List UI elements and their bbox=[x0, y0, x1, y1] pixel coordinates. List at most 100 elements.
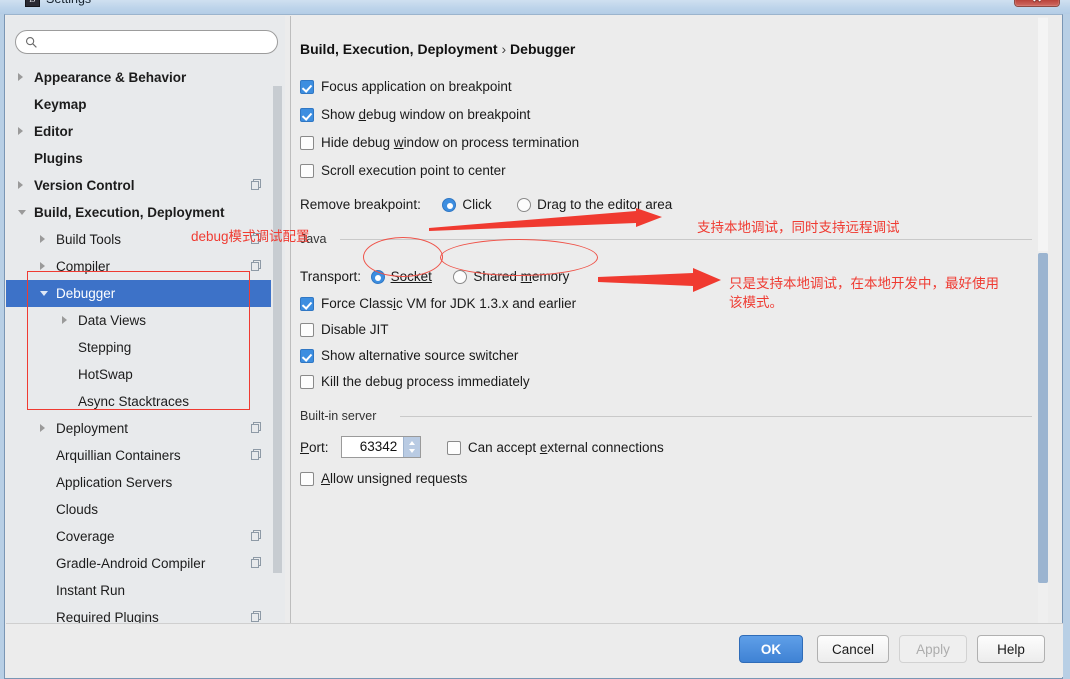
chevron-right-icon[interactable] bbox=[40, 226, 56, 253]
chevron-right-icon[interactable] bbox=[18, 64, 34, 91]
sidebar-scrollbar-thumb[interactable] bbox=[273, 86, 282, 573]
sidebar-item-clouds[interactable]: Clouds bbox=[6, 496, 271, 523]
checkbox-allow-unsigned-requests[interactable]: Allow unsigned requests bbox=[300, 468, 467, 490]
sidebar-item-build-tools[interactable]: Build Tools bbox=[6, 226, 271, 253]
sidebar-item-required-plugins[interactable]: Required Plugins bbox=[6, 604, 271, 624]
checkbox-icon[interactable] bbox=[300, 297, 314, 311]
sidebar-item-compiler[interactable]: Compiler bbox=[6, 253, 271, 280]
chevron-down-icon[interactable] bbox=[18, 199, 34, 226]
radio-label: Drag to the editor area bbox=[537, 197, 673, 212]
settings-tree[interactable]: Appearance & Behavior Keymap Editor Plugins… bbox=[6, 64, 271, 624]
sidebar-item-label: Build Tools bbox=[56, 232, 122, 247]
checkbox-kill-debug-process-immediately[interactable]: Kill the debug process immediately bbox=[300, 371, 530, 393]
project-scope-icon bbox=[251, 179, 263, 191]
sidebar-item-editor[interactable]: Editor bbox=[6, 118, 271, 145]
checkbox-icon[interactable] bbox=[300, 108, 314, 122]
sidebar-item-label: Version Control bbox=[34, 178, 135, 193]
detail-scrollbar-thumb[interactable] bbox=[1038, 253, 1048, 583]
sidebar-item-label: Arquillian Containers bbox=[56, 448, 181, 463]
chevron-down-icon[interactable] bbox=[40, 280, 56, 307]
radio-label: Shared memory bbox=[473, 269, 570, 284]
checkbox-show-debug-window-on-breakpoint[interactable]: Show debug window on breakpoint bbox=[300, 104, 530, 126]
group-rule bbox=[400, 416, 1032, 417]
sidebar-item-coverage[interactable]: Coverage bbox=[6, 523, 271, 550]
settings-detail-panel: Build, Execution, Deployment › Debugger … bbox=[291, 16, 1050, 626]
search-input[interactable] bbox=[42, 33, 270, 52]
help-button[interactable]: Help bbox=[977, 635, 1045, 663]
search-icon bbox=[25, 36, 37, 48]
sidebar-item-label: Clouds bbox=[56, 502, 99, 517]
checkbox-icon[interactable] bbox=[300, 164, 314, 178]
sidebar-item-debugger[interactable]: Debugger bbox=[6, 280, 271, 307]
checkbox-icon[interactable] bbox=[300, 375, 314, 389]
sidebar-item-label: Compiler bbox=[56, 259, 111, 274]
radio-remove-breakpoint-click[interactable]: Click bbox=[442, 197, 492, 212]
sidebar-item-appearance-behavior[interactable]: Appearance & Behavior bbox=[6, 64, 271, 91]
sidebar-item-stepping[interactable]: Stepping bbox=[6, 334, 271, 361]
sidebar-item-label: Appearance & Behavior bbox=[34, 70, 187, 85]
chevron-right-icon[interactable] bbox=[62, 307, 78, 334]
radio-transport-shared-memory[interactable]: Shared memory bbox=[453, 269, 569, 284]
checkbox-force-classic-vm[interactable]: Force Classic VM for JDK 1.3.x and earli… bbox=[300, 293, 576, 315]
project-scope-icon bbox=[251, 530, 263, 542]
checkbox-icon[interactable] bbox=[300, 136, 314, 150]
radio-icon[interactable] bbox=[453, 270, 468, 284]
sidebar-item-instant-run[interactable]: Instant Run bbox=[6, 577, 271, 604]
checkbox-label: Allow unsigned requests bbox=[321, 471, 468, 486]
sidebar-item-label: Keymap bbox=[34, 97, 87, 112]
sidebar-item-arquillian-containers[interactable]: Arquillian Containers bbox=[6, 442, 271, 469]
checkbox-show-alternative-source-switcher[interactable]: Show alternative source switcher bbox=[300, 345, 518, 367]
search-box[interactable] bbox=[15, 30, 278, 54]
sidebar-item-label: Application Servers bbox=[56, 475, 173, 490]
chevron-right-icon[interactable] bbox=[18, 118, 34, 145]
checkbox-icon[interactable] bbox=[300, 472, 314, 486]
radio-transport-socket[interactable]: Socket bbox=[370, 269, 432, 284]
checkbox-icon[interactable] bbox=[300, 323, 314, 337]
sidebar-scrollbar[interactable] bbox=[272, 86, 283, 626]
sidebar-item-label: Gradle-Android Compiler bbox=[56, 556, 206, 571]
sidebar-item-label: Deployment bbox=[56, 421, 129, 436]
sidebar-item-version-control[interactable]: Version Control bbox=[6, 172, 271, 199]
chevron-right-icon[interactable] bbox=[40, 253, 56, 280]
sidebar-item-application-servers[interactable]: Application Servers bbox=[6, 469, 271, 496]
detail-scrollbar[interactable] bbox=[1038, 17, 1048, 626]
port-stepper[interactable]: 63342 bbox=[341, 436, 423, 458]
port-value[interactable]: 63342 bbox=[342, 437, 402, 457]
checkbox-icon[interactable] bbox=[300, 80, 314, 94]
radio-icon[interactable] bbox=[517, 198, 532, 212]
sidebar-item-label: Data Views bbox=[78, 313, 147, 328]
sidebar-item-label: Instant Run bbox=[56, 583, 126, 598]
close-icon: ✕ bbox=[1015, 0, 1059, 4]
checkbox-can-accept-external-connections[interactable]: Can accept external connections bbox=[446, 440, 664, 455]
radio-icon[interactable] bbox=[370, 270, 385, 284]
checkbox-scroll-execution-point-to-center[interactable]: Scroll execution point to center bbox=[300, 160, 506, 182]
chevron-right-icon[interactable] bbox=[40, 415, 56, 442]
sidebar-item-build-execution-deployment[interactable]: Build, Execution, Deployment bbox=[6, 199, 271, 226]
spinner-down-icon[interactable] bbox=[409, 449, 416, 453]
checkbox-hide-debug-window-on-process-termination[interactable]: Hide debug window on process termination bbox=[300, 132, 579, 154]
sidebar-item-plugins[interactable]: Plugins bbox=[6, 145, 271, 172]
chevron-right-icon[interactable] bbox=[18, 172, 34, 199]
checkbox-icon[interactable] bbox=[300, 349, 314, 363]
transport-label: Transport: bbox=[300, 269, 362, 284]
sidebar-item-deployment[interactable]: Deployment bbox=[6, 415, 271, 442]
checkbox-disable-jit[interactable]: Disable JIT bbox=[300, 319, 389, 341]
close-button[interactable]: ✕ bbox=[1014, 0, 1060, 7]
sidebar-item-data-views[interactable]: Data Views bbox=[6, 307, 271, 334]
group-java: Java bbox=[300, 231, 1041, 247]
sidebar-item-async-stacktraces[interactable]: Async Stacktraces bbox=[6, 388, 271, 415]
checkbox-focus-application-on-breakpoint[interactable]: Focus application on breakpoint bbox=[300, 76, 512, 98]
checkbox-icon[interactable] bbox=[446, 441, 461, 455]
app-icon: IJ bbox=[25, 0, 40, 7]
radio-remove-breakpoint-drag[interactable]: Drag to the editor area bbox=[517, 197, 672, 212]
sidebar-item-gradle-android-compiler[interactable]: Gradle-Android Compiler bbox=[6, 550, 271, 577]
port-spinner-buttons[interactable] bbox=[403, 437, 421, 457]
radio-icon[interactable] bbox=[442, 198, 457, 212]
sidebar-item-label: Editor bbox=[34, 124, 73, 139]
checkbox-label: Hide debug window on process termination bbox=[321, 135, 580, 150]
sidebar-item-hotswap[interactable]: HotSwap bbox=[6, 361, 271, 388]
spinner-up-icon[interactable] bbox=[409, 441, 416, 445]
ok-button[interactable]: OK bbox=[739, 635, 803, 663]
sidebar-item-keymap[interactable]: Keymap bbox=[6, 91, 271, 118]
cancel-button[interactable]: Cancel bbox=[817, 635, 889, 663]
